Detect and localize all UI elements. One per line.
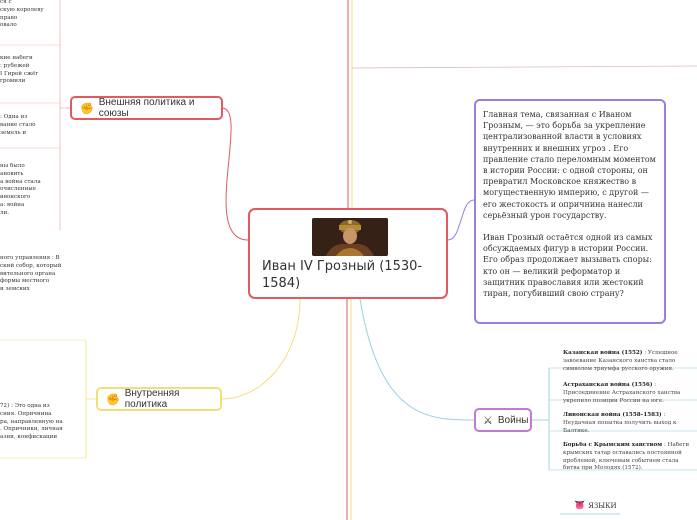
foreign-snippet-3: : Одна из вание стало земель и [0,114,36,136]
domestic-snippet-2: 72) : Это одна из сния. Опричнина ра, на… [0,403,63,441]
foreign-snippet-4: ны было ановить а война стала очисленные… [0,163,41,216]
summary-paragraph-1: Главная тема, связанная с Иваном Грозным… [483,110,656,220]
foreign-snippet-2: кие набеги : рубежей I Гирей сжёг громил… [0,55,39,85]
central-topic-node[interactable]: Иван IV Грозный (1530-1584) [248,208,448,299]
war-item-livonian[interactable]: Ливонская война (1558–1583) : Неудачная … [563,412,697,435]
ivan-portrait-image [312,218,388,256]
summary-paragraph-2: Иван Грозный остаётся одной из самых обс… [483,233,653,299]
war-item-astrakhan[interactable]: Астраханская война (1556) : Присоединени… [563,382,697,405]
war-item-crimean[interactable]: Борьба с Крымским ханством : Набеги крым… [563,442,697,473]
war-item-kazan-title: Казанская война (1552) [563,350,643,356]
war-item-crimean-title: Борьба с Крымским ханством [563,442,663,448]
central-topic-title: Иван IV Грозный (1530-1584) [262,259,423,291]
war-item-kazan[interactable]: Казанская война (1552) : Успешное завоев… [563,350,697,373]
war-item-livonian-title: Ливонская война (1558–1583) [563,412,662,418]
branch-foreign-policy[interactable]: ✊ Внешняя политика и союзы [70,96,223,120]
branch-domestic-policy-label: Внутренняя политика [124,388,180,410]
branch-languages[interactable]: 👅 ЯЗЫКИ [574,500,617,512]
tongue-icon: 👅 [574,501,586,511]
branch-foreign-policy-label: Внешняя политика и союзы [98,97,195,119]
war-item-astrakhan-title: Астраханская война (1556) [563,382,653,388]
summary-node[interactable]: Главная тема, связанная с Иваном Грозным… [474,99,666,324]
branch-languages-label: ЯЗЫКИ [588,502,617,510]
fist-icon: ✊ [80,102,94,115]
branch-wars[interactable]: ⚔ Войны [474,408,532,432]
foreign-snippet-1: ся с скую королеву право овало [0,0,44,29]
branch-wars-label: Войны [497,414,529,426]
branch-domestic-policy[interactable]: ✊ Внутренняя политика [96,387,222,411]
domestic-snippet-1: ного управления : В ский собор, который … [0,255,62,293]
crossed-swords-icon: ⚔ [483,414,493,427]
fist-icon: ✊ [106,393,120,406]
